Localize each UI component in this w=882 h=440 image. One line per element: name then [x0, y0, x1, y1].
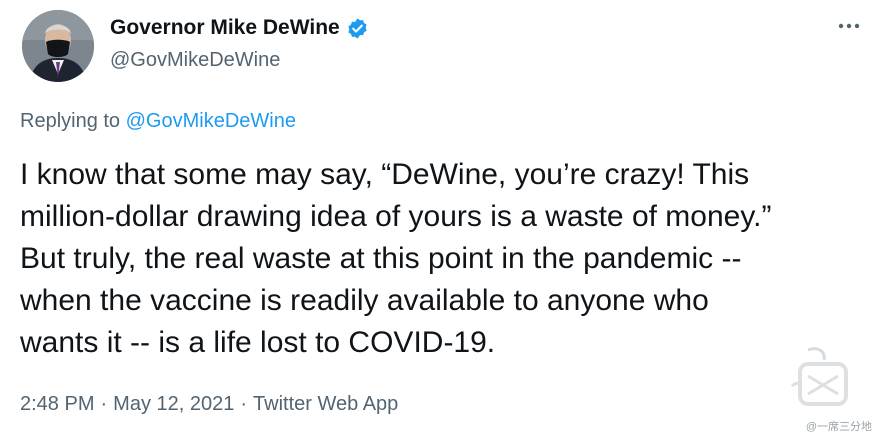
- tweet-date[interactable]: May 12, 2021: [113, 393, 234, 415]
- more-options-button[interactable]: [836, 16, 862, 36]
- ellipsis-icon: [838, 23, 860, 29]
- replying-to: Replying to @GovMikeDeWine: [20, 110, 296, 133]
- tweet-text-line: wants it -- is a life lost to COVID-19.: [20, 326, 496, 359]
- replying-to-handle-link[interactable]: @GovMikeDeWine: [126, 110, 296, 132]
- tweet-source-app[interactable]: Twitter Web App: [253, 393, 398, 415]
- tweet-text: I know that some may say, “DeWine, you’r…: [20, 154, 850, 364]
- author-block: Governor Mike DeWine @GovMikeDeWine: [110, 14, 369, 72]
- tweet-meta: 2:48 PM · May 12, 2021 · Twitter Web App: [20, 393, 398, 416]
- tweet-text-line: I know that some may say, “DeWine, you’r…: [20, 158, 750, 191]
- tweet-text-line: million-dollar drawing idea of yours is …: [20, 200, 772, 233]
- meta-separator: ·: [240, 393, 248, 415]
- author-name-row: Governor Mike DeWine: [110, 14, 369, 42]
- replying-to-label: Replying to: [20, 110, 121, 132]
- tweet-text-line: But truly, the real waste at this point …: [20, 242, 742, 275]
- author-handle[interactable]: @GovMikeDeWine: [110, 49, 369, 72]
- profile-photo: [22, 10, 94, 82]
- author-avatar[interactable]: [22, 10, 94, 82]
- watermark-text: @一席三分地: [805, 421, 872, 433]
- tweet-card: Governor Mike DeWine @GovMikeDeWine Repl…: [0, 0, 882, 440]
- author-display-name[interactable]: Governor Mike DeWine: [110, 16, 340, 40]
- tweet-text-line: when the vaccine is readily available to…: [20, 284, 709, 317]
- tweet-time[interactable]: 2:48 PM: [20, 393, 94, 415]
- verified-badge-icon: [346, 17, 369, 40]
- meta-separator: ·: [100, 393, 108, 415]
